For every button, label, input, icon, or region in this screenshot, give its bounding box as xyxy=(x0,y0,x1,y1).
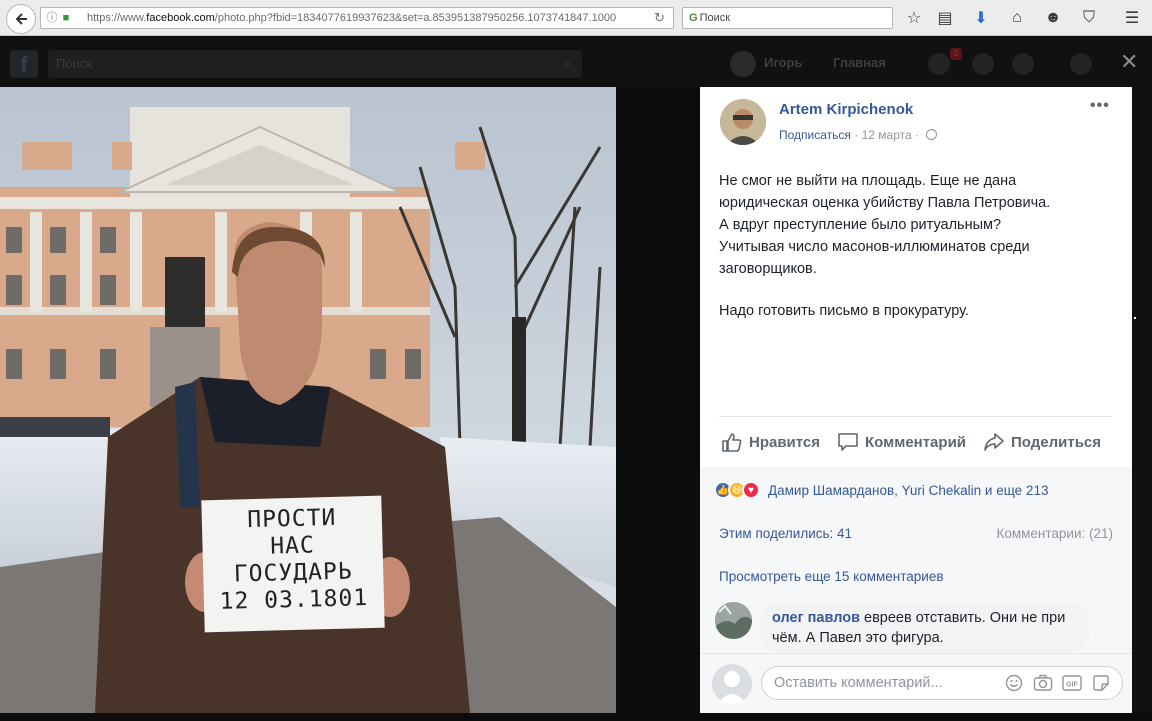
pocket-icon[interactable]: ⛉ xyxy=(1078,8,1100,28)
meta-separator: · xyxy=(915,128,923,142)
scrollbar[interactable] xyxy=(1132,87,1152,713)
reactions-names[interactable]: Дамир Шамарданов, Yuri Chekalin и еще 21… xyxy=(768,483,1048,498)
search-engine-icon[interactable]: G xyxy=(689,12,698,24)
messages-icon[interactable] xyxy=(972,53,994,75)
view-more-comments-link[interactable]: Просмотреть еще 15 комментариев xyxy=(719,569,944,584)
info-icon[interactable]: ⓘ xyxy=(45,8,59,28)
camera-icon[interactable] xyxy=(1033,673,1053,693)
subscribe-link[interactable]: Подписаться xyxy=(779,128,851,142)
profile-link[interactable]: Игорь xyxy=(730,50,802,77)
comment-bubble: олег павлов евреев отставить. Они не при… xyxy=(760,602,1089,653)
close-icon[interactable]: ✕ xyxy=(1120,49,1138,75)
shares-count-link[interactable]: Этим поделились: 41 xyxy=(719,526,852,541)
sign-line-4: 12 03.1801 xyxy=(219,585,369,615)
post-meta: Подписаться · 12 марта · xyxy=(779,128,938,142)
sticker-icon[interactable] xyxy=(1091,673,1111,693)
scrollbar-thumb[interactable] xyxy=(1134,317,1136,319)
avatar xyxy=(730,50,756,77)
lock-icon: ■ xyxy=(62,12,70,24)
protest-sign: ПРОСТИ НАС ГОСУДАРЬ 12 03.1801 xyxy=(201,495,385,633)
author-name-link[interactable]: Artem Kirpichenok xyxy=(779,101,913,118)
back-button[interactable] xyxy=(6,4,36,34)
facebook-topbar: f Поиск ⌕ Игорь Главная 2 ✕ xyxy=(0,37,1152,87)
notifications-icon[interactable] xyxy=(1012,53,1034,75)
facebook-logo[interactable]: f xyxy=(10,50,38,78)
browser-toolbar: ⓘ ■ https://www.facebook.com/photo.php?fb… xyxy=(0,0,1152,36)
post-date[interactable]: 12 марта xyxy=(862,128,912,142)
arrow-left-icon xyxy=(15,13,27,25)
facebook-search-input[interactable]: Поиск ⌕ xyxy=(48,50,582,78)
avatar xyxy=(712,664,752,704)
downloads-icon[interactable]: ⬇ xyxy=(970,8,992,28)
share-icon xyxy=(984,433,1004,451)
reload-icon[interactable]: ↻ xyxy=(654,8,665,28)
svg-text:GIF: GIF xyxy=(1066,682,1078,689)
search-icon[interactable]: ⌕ xyxy=(564,50,572,78)
comments-count-link[interactable]: Комментарии: (21) xyxy=(996,526,1113,541)
emoji-icon[interactable] xyxy=(1004,673,1024,693)
more-options-icon[interactable]: ••• xyxy=(1090,97,1110,115)
commenter-name-link[interactable]: олег павлов xyxy=(772,610,860,626)
thumbs-up-icon xyxy=(722,433,742,452)
post-paragraph: Не смог не выйти на площадь. Еще не дана… xyxy=(719,173,1051,277)
comment-button[interactable]: Комментарий xyxy=(837,430,966,454)
gif-icon[interactable]: GIF xyxy=(1062,673,1082,693)
post-panel: Artem Kirpichenok Подписаться · 12 марта… xyxy=(700,87,1132,713)
browser-search-input[interactable]: G Поиск xyxy=(682,7,893,29)
meta-separator: · xyxy=(854,128,862,142)
post-paragraph: Надо готовить письмо в прокуратуру. xyxy=(719,303,969,319)
menu-icon[interactable]: ☰ xyxy=(1121,8,1143,28)
love-reaction-icon: ♥ xyxy=(742,481,760,499)
home-link[interactable]: Главная xyxy=(833,50,886,76)
like-button[interactable]: Нравится xyxy=(721,430,820,454)
reactions-summary[interactable]: 👍 😆 ♥ Дамир Шамарданов, Yuri Chekalin и … xyxy=(714,479,1048,501)
comments-section: 👍 😆 ♥ Дамир Шамарданов, Yuri Chekalin и … xyxy=(700,467,1132,713)
divider xyxy=(719,416,1112,417)
home-icon[interactable]: ⌂ xyxy=(1006,8,1028,28)
bookmark-star-icon[interactable]: ☆ xyxy=(903,8,925,28)
share-button[interactable]: Поделиться xyxy=(983,430,1101,454)
chat-icon[interactable]: ☻ xyxy=(1042,8,1064,28)
friends-icon[interactable] xyxy=(928,53,950,75)
author-avatar[interactable] xyxy=(720,99,766,145)
help-icon[interactable] xyxy=(1070,53,1092,75)
post-photo[interactable]: ПРОСТИ НАС ГОСУДАРЬ 12 03.1801 xyxy=(0,87,616,713)
post-text: Не смог не выйти на площадь. Еще не дана… xyxy=(719,170,1111,322)
notification-badge: 2 xyxy=(950,48,962,60)
comment-icon xyxy=(838,433,858,451)
comment-composer: Оставить комментарий... GIF xyxy=(700,653,1132,713)
comment-input[interactable]: Оставить комментарий... GIF xyxy=(761,666,1123,700)
url-text[interactable]: https://www.facebook.com/photo.php?fbid=… xyxy=(87,8,617,28)
reading-list-icon[interactable]: ▤ xyxy=(934,8,956,28)
address-bar[interactable]: ⓘ ■ https://www.facebook.com/photo.php?fb… xyxy=(40,7,674,29)
commenter-avatar[interactable] xyxy=(715,602,752,639)
globe-icon xyxy=(926,129,938,140)
